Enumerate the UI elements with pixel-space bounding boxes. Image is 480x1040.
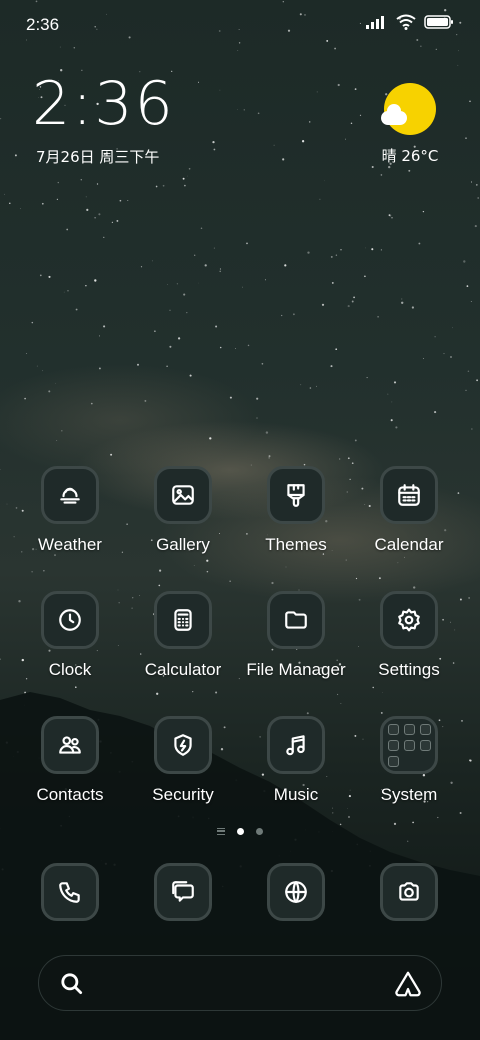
app-label: File Manager bbox=[246, 660, 346, 679]
wifi-icon bbox=[396, 14, 416, 30]
dock-phone[interactable] bbox=[20, 863, 120, 921]
app-contacts[interactable]: Contacts bbox=[20, 716, 120, 805]
gallery-icon bbox=[172, 485, 194, 505]
clock-widget-time[interactable]: 2:36 bbox=[32, 74, 175, 134]
calendar-icon bbox=[398, 484, 420, 506]
page-indicator-list-icon bbox=[217, 828, 225, 835]
folder-icon bbox=[285, 611, 307, 629]
app-settings[interactable]: Settings bbox=[359, 591, 459, 680]
weather-widget-text: 晴 26°C bbox=[381, 147, 439, 165]
app-label: Clock bbox=[48, 660, 92, 679]
app-music[interactable]: Music bbox=[246, 716, 346, 805]
app-calendar[interactable]: Calendar bbox=[359, 466, 459, 555]
app-label: Security bbox=[152, 785, 214, 804]
app-label: Gallery bbox=[156, 535, 210, 554]
app-gallery[interactable]: Gallery bbox=[133, 466, 233, 555]
app-label: Themes bbox=[265, 535, 327, 554]
contacts-icon bbox=[59, 736, 81, 754]
app-label: Settings bbox=[378, 660, 440, 679]
sun-cloud-icon bbox=[381, 83, 436, 135]
clock-icon bbox=[59, 609, 81, 631]
app-label: Weather bbox=[38, 535, 102, 554]
page-indicator[interactable] bbox=[0, 828, 480, 835]
dock-messages[interactable] bbox=[133, 863, 233, 921]
status-time: 2:36 bbox=[26, 15, 60, 34]
battery-icon bbox=[424, 15, 453, 29]
app-security[interactable]: Security bbox=[133, 716, 233, 805]
camera-icon bbox=[399, 882, 419, 901]
weather-widget[interactable]: 晴 26°C bbox=[370, 80, 450, 166]
weather-icon bbox=[60, 487, 80, 504]
browser-globe-icon bbox=[285, 881, 307, 903]
app-label: Calendar bbox=[374, 535, 444, 554]
app-weather[interactable]: Weather bbox=[20, 466, 120, 555]
app-label: System bbox=[380, 785, 438, 804]
status-bar: 2:36 bbox=[0, 0, 480, 50]
assistant-icon[interactable] bbox=[393, 969, 423, 999]
search-bar[interactable] bbox=[38, 955, 442, 1011]
app-system-folder[interactable]: System bbox=[359, 716, 459, 805]
app-clock[interactable]: Clock bbox=[20, 591, 120, 680]
dock-browser[interactable] bbox=[246, 863, 346, 921]
signal-icon bbox=[366, 16, 384, 29]
gear-icon bbox=[398, 608, 420, 632]
calculator-icon bbox=[174, 609, 192, 631]
page-dot-active bbox=[237, 828, 244, 835]
app-label: Music bbox=[273, 785, 319, 804]
folder-grid-icon bbox=[387, 723, 431, 767]
app-file-manager[interactable]: File Manager bbox=[246, 591, 346, 680]
dock-camera[interactable] bbox=[359, 863, 459, 921]
themes-icon bbox=[287, 484, 305, 507]
app-themes[interactable]: Themes bbox=[246, 466, 346, 555]
app-label: Contacts bbox=[36, 785, 104, 804]
music-note-icon bbox=[286, 735, 305, 756]
phone-icon bbox=[59, 882, 80, 903]
shield-icon bbox=[174, 734, 192, 756]
clock-widget-date[interactable]: 7月26日 周三下午 bbox=[36, 146, 159, 167]
page-dot bbox=[256, 828, 263, 835]
app-calculator[interactable]: Calculator bbox=[133, 591, 233, 680]
app-label: Calculator bbox=[144, 660, 222, 679]
search-icon[interactable] bbox=[59, 971, 85, 997]
messages-icon bbox=[172, 881, 194, 902]
